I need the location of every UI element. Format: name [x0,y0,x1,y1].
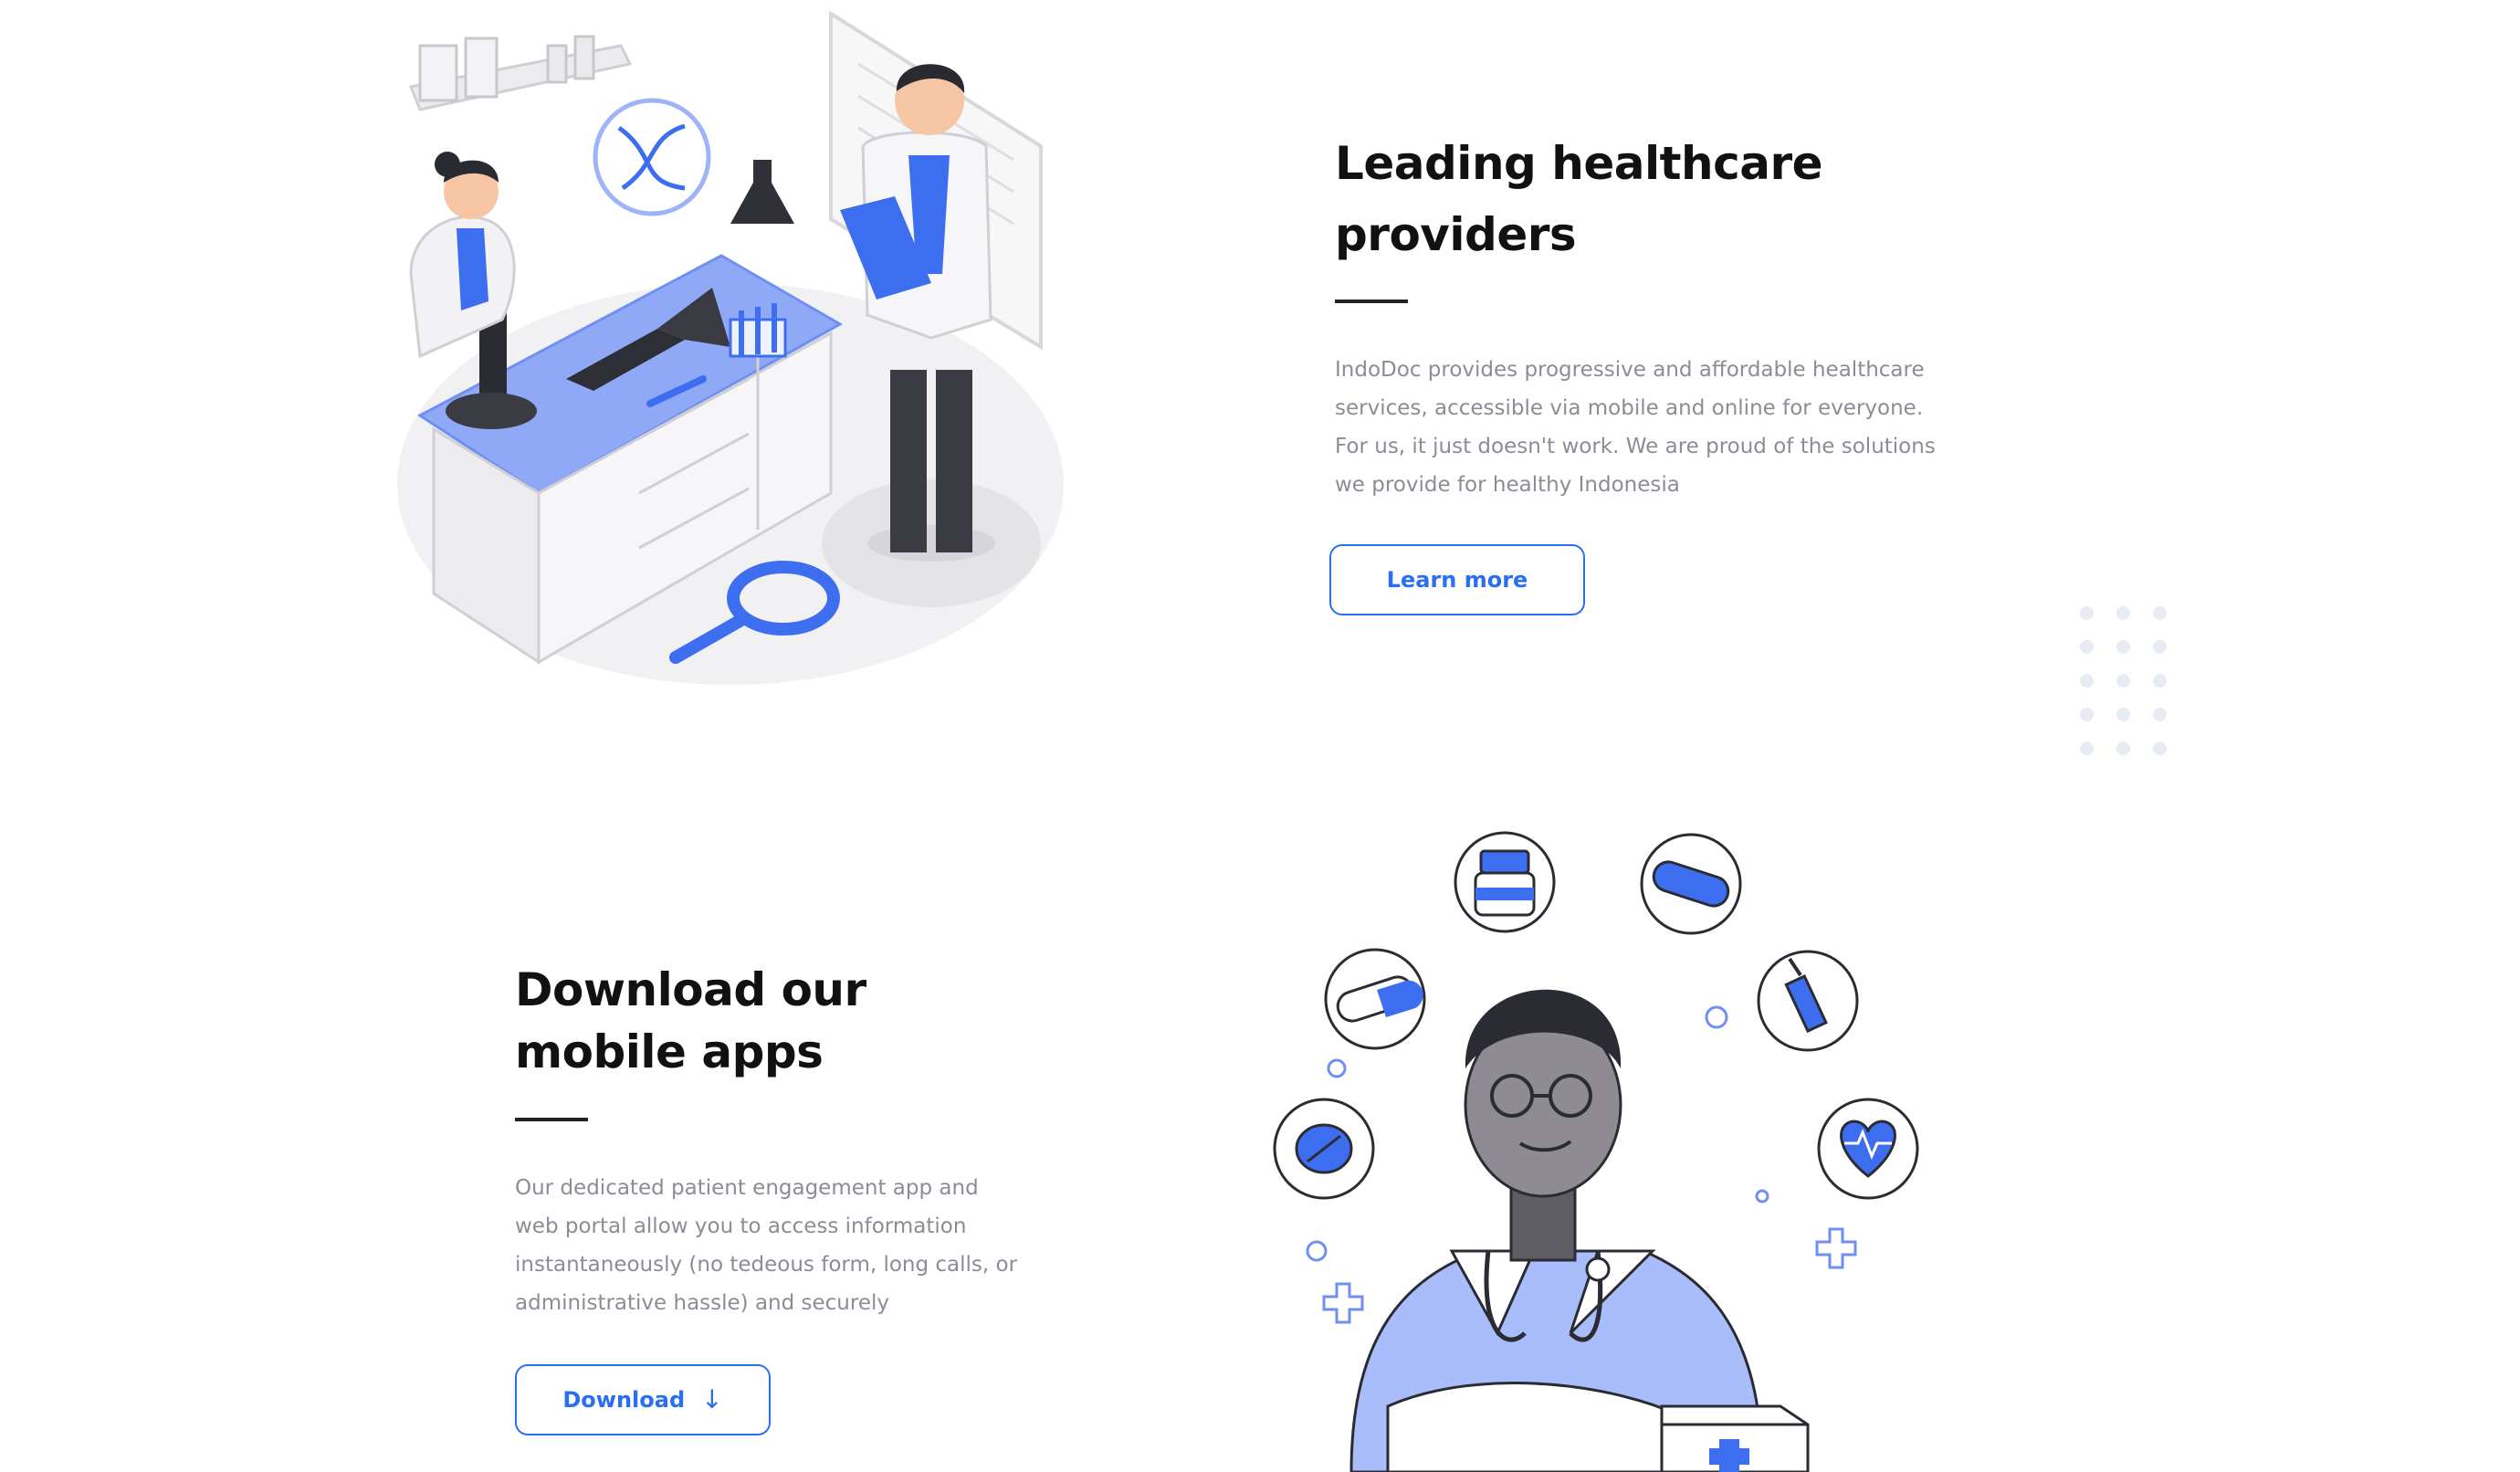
providers-heading: Leading healthcare providers [1335,128,1937,270]
apps-heading-line1: Download our [515,963,866,1016]
apps-heading: Download our mobile apps [515,959,1026,1083]
providers-heading-divider [1335,300,1408,303]
learn-more-button[interactable]: Learn more [1329,544,1585,615]
apps-text: Download our mobile apps Our dedicated p… [515,959,1026,1322]
pill-icon [1273,1098,1375,1200]
arrow-down-icon: ↓ [701,1384,723,1414]
capsule-icon [1324,948,1426,1050]
providers-heading-line2: providers [1335,208,1577,261]
download-label: Download [562,1387,686,1413]
apps-description: Our dedicated patient engagement app and… [515,1176,1018,1315]
heart-icon [1817,1098,1919,1200]
download-button[interactable]: Download ↓ [515,1364,771,1435]
apps-heading-line2: mobile apps [515,1025,824,1078]
medicine-bottle-icon [1454,831,1556,933]
decorative-dot-grid [2080,606,2180,758]
providers-description: IndoDoc provides progressive and afforda… [1335,358,1936,497]
apps-heading-divider [515,1118,588,1121]
providers-heading-line1: Leading healthcare [1335,137,1823,190]
lab-doctors-illustration [383,9,1077,685]
learn-more-label: Learn more [1386,567,1528,593]
syringe-icon [1757,950,1859,1052]
bandage-icon [1640,833,1742,935]
doctor-medicine-illustration [1269,822,1927,1472]
providers-text: Leading healthcare providers IndoDoc pro… [1335,128,1937,504]
